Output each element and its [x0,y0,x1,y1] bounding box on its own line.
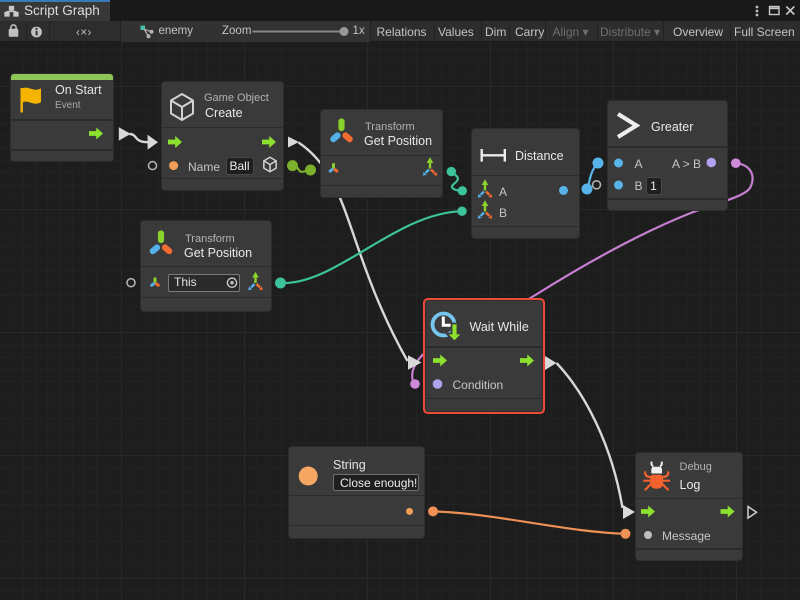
svg-text:‹×›: ‹×› [76,27,92,39]
